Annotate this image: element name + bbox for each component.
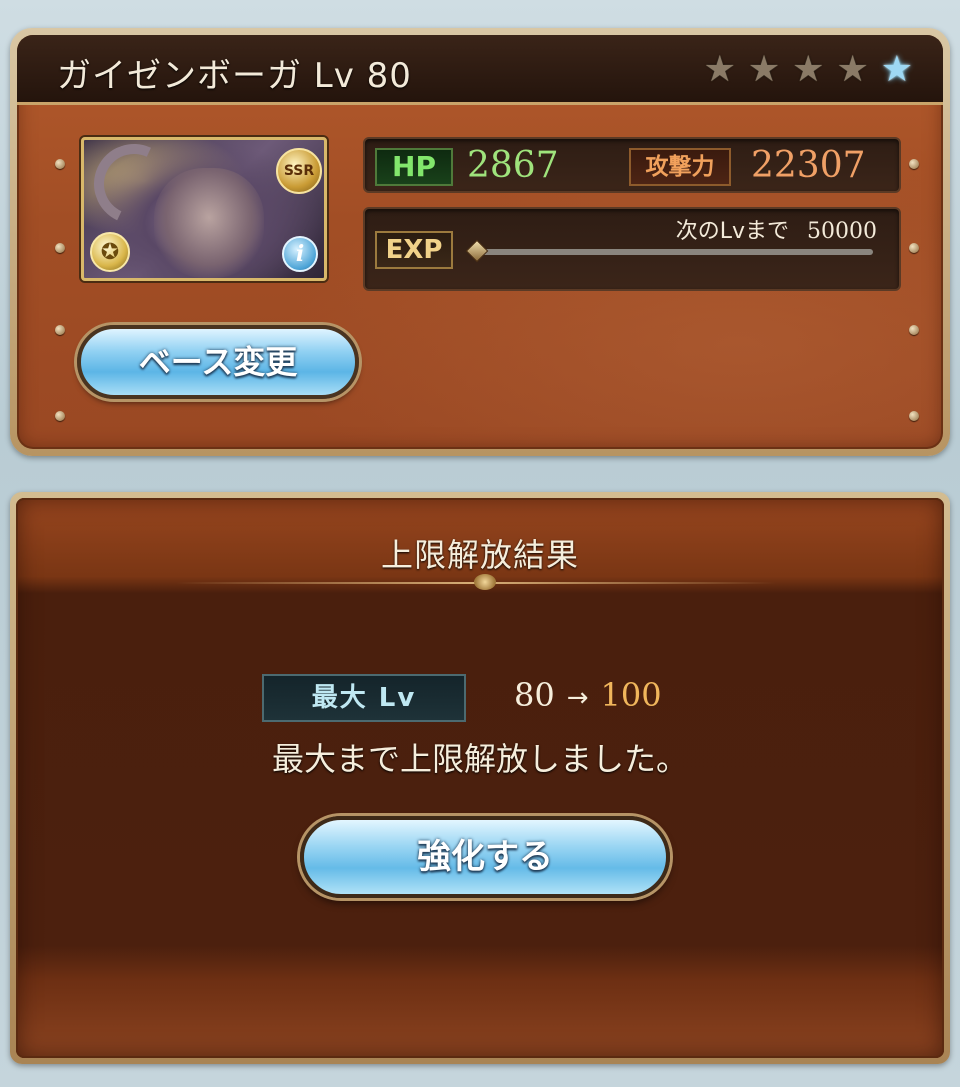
level-to: 100 xyxy=(600,676,662,714)
star-icon: ★ xyxy=(703,49,736,90)
character-status-panel: ガイゼンボーガ Lv 80 ★ ★ ★ ★ ★ SSR ✪ i HP 2867 xyxy=(10,28,950,456)
exp-label: EXP xyxy=(375,231,453,269)
character-status-inner: ガイゼンボーガ Lv 80 ★ ★ ★ ★ ★ SSR ✪ i HP 2867 xyxy=(17,35,943,449)
change-base-button[interactable]: ベース変更 xyxy=(77,325,359,399)
stat-box: HP 2867 攻撃力 22307 xyxy=(363,137,901,193)
enhance-button[interactable]: 強化する xyxy=(300,816,670,898)
star-icon: ★ xyxy=(792,49,825,90)
ssr-badge: SSR xyxy=(276,148,322,194)
exp-progress-bar xyxy=(477,249,873,255)
hp-label: HP xyxy=(375,148,453,186)
rivet-icon xyxy=(55,411,65,421)
portrait-face xyxy=(154,168,264,278)
rivet-icon xyxy=(55,243,65,253)
level-from: 80 xyxy=(514,676,555,714)
limit-break-result-inner: 上限解放結果 最大 Lv 80 → 100 最大まで上限解放しました。 強化する xyxy=(16,498,944,1058)
level-change: 80 → 100 xyxy=(514,676,662,714)
rivet-icon xyxy=(55,325,65,335)
attack-label: 攻撃力 xyxy=(629,148,731,186)
exp-box: EXP 次のLvまで 50000 xyxy=(363,207,901,291)
exp-diamond-icon xyxy=(465,239,489,263)
compass-emblem-icon: ✪ xyxy=(90,232,130,272)
info-icon[interactable]: i xyxy=(282,236,318,272)
arrow-right-icon: → xyxy=(566,683,589,713)
rivet-icon xyxy=(909,159,919,169)
blue-star-icon: ★ xyxy=(880,49,913,90)
attack-value: 22307 xyxy=(751,145,866,186)
character-title-bar: ガイゼンボーガ Lv 80 ★ ★ ★ ★ ★ xyxy=(17,35,943,105)
rivet-icon xyxy=(909,411,919,421)
character-name: ガイゼンボーガ Lv 80 xyxy=(57,56,412,96)
result-title: 上限解放結果 xyxy=(380,536,579,574)
next-level-label: 次のLvまで xyxy=(675,219,789,244)
next-level-value: 50000 xyxy=(807,219,877,244)
rivet-icon xyxy=(909,325,919,335)
star-icon: ★ xyxy=(836,49,869,90)
rarity-stars: ★ ★ ★ ★ ★ xyxy=(704,52,913,88)
rivet-icon xyxy=(55,159,65,169)
next-level-info: 次のLvまで 50000 xyxy=(676,213,877,245)
character-portrait[interactable]: SSR ✪ i xyxy=(81,137,327,281)
rivet-icon xyxy=(909,243,919,253)
result-message: 最大まで上限解放しました。 xyxy=(271,740,688,778)
max-level-label: 最大 Lv xyxy=(262,674,466,722)
ornament-icon xyxy=(474,574,496,590)
star-icon: ★ xyxy=(747,49,781,90)
hp-value: 2867 xyxy=(467,145,559,186)
limit-break-result-panel: 上限解放結果 最大 Lv 80 → 100 最大まで上限解放しました。 強化する xyxy=(10,492,950,1064)
